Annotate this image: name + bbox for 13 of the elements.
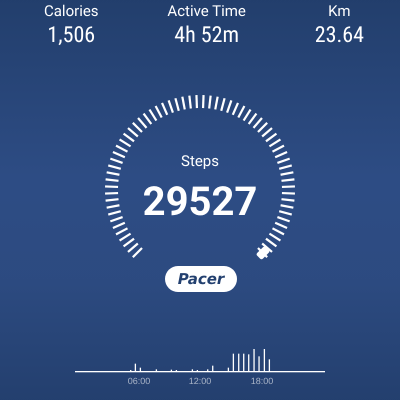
- stat-label: Active Time: [167, 2, 246, 20]
- stat-value: 4h 52m: [174, 23, 240, 48]
- time-label: 06:00: [128, 376, 150, 386]
- progress-knob: [256, 246, 270, 260]
- stat-label: Calories: [44, 2, 99, 20]
- time-label: 12:00: [188, 376, 212, 386]
- steps-count: 29527: [142, 178, 258, 225]
- stat-value: 1,506: [47, 23, 96, 48]
- time-label: 18:00: [250, 376, 274, 386]
- stat-label: Km: [328, 2, 351, 20]
- brand-logo: Pacer: [165, 266, 237, 292]
- stat-value: 23.64: [314, 23, 364, 48]
- steps-label: Steps: [181, 152, 219, 170]
